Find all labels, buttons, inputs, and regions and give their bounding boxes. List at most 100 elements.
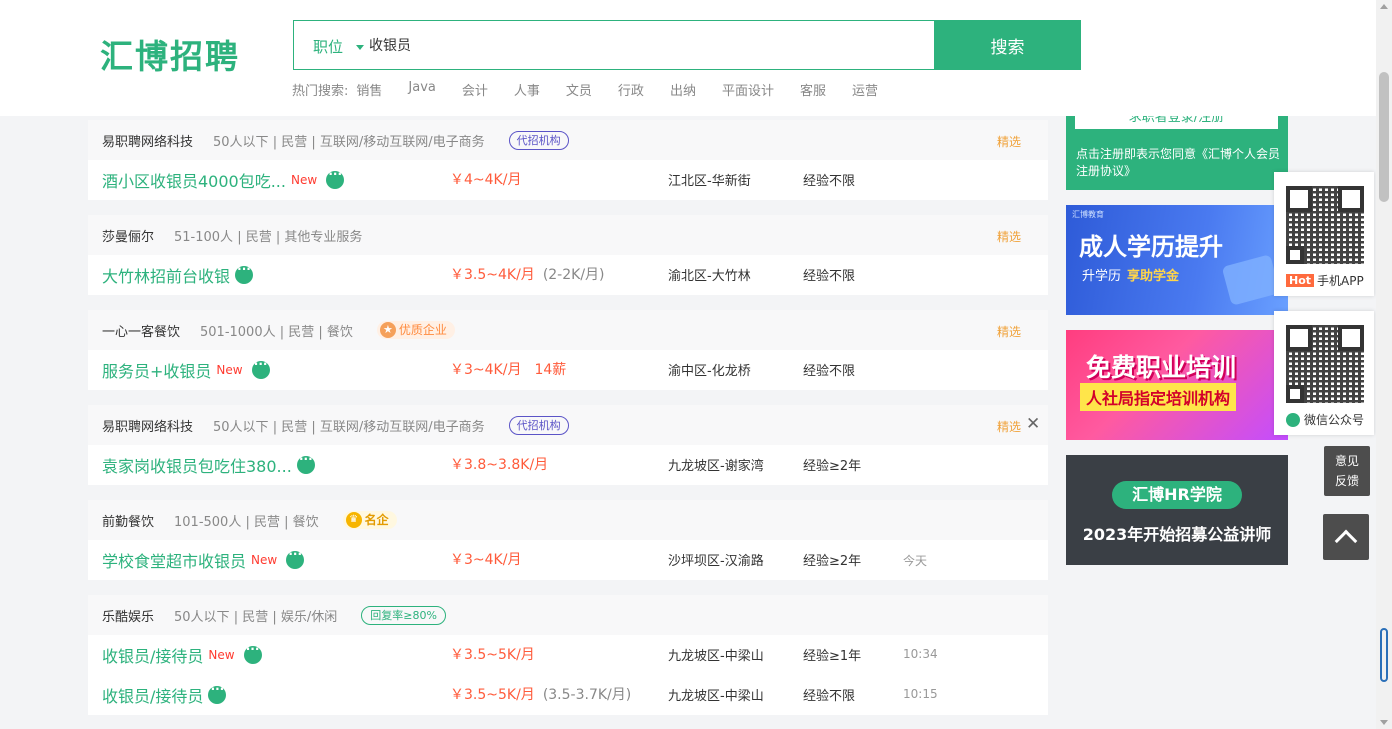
job-row[interactable]: 服务员+收银员 New ￥3~4K/月 14薪 渝中区-化龙桥 经验不限 <box>88 350 1048 390</box>
chat-bubble-icon[interactable] <box>326 167 345 189</box>
new-badge: New <box>216 363 243 377</box>
training-banner[interactable]: 免费职业培训 人社局指定培训机构 <box>1066 330 1288 440</box>
job-title[interactable]: 酒小区收银员4000包吃... <box>102 168 286 192</box>
scroll-down-icon[interactable] <box>1380 720 1388 725</box>
job-experience: 经验不限 <box>803 689 856 704</box>
company-row: 前勤餐饮 101-500人 | 民营 | 餐饮 ♛ 名企 <box>88 500 1048 540</box>
company-info: 50人以下 | 民营 | 互联网/移动互联网/电子商务 <box>213 134 485 150</box>
job-location: 九龙坡区-中梁山 <box>668 649 764 664</box>
app-qr-label: Hot 手机APP <box>1286 272 1364 289</box>
job-title[interactable]: 学校食堂超市收银员 <box>102 548 246 572</box>
hot-search-item[interactable]: 出纳 <box>670 80 696 99</box>
page-scrollbar[interactable] <box>1376 0 1392 729</box>
job-title[interactable]: 袁家岗收银员包吃住380... <box>102 453 292 477</box>
hot-badge: Hot <box>1286 274 1315 287</box>
job-title-cell: 收银员/接待员 <box>102 682 227 707</box>
scrollbar-thumb[interactable] <box>1379 72 1389 202</box>
company-name[interactable]: 易职聘网络科技 <box>102 416 193 435</box>
job-row[interactable]: 大竹林招前台收银 ￥3.5~4K/月 (2-2K/月) 渝北区-大竹林 经验不限 <box>88 255 1048 295</box>
hot-searches-label: 热门搜索: <box>292 84 349 99</box>
scroll-handle[interactable] <box>1380 628 1388 682</box>
job-update-time: 今天 <box>903 554 928 568</box>
banner-title: 免费职业培训 <box>1086 353 1237 382</box>
hot-search-item[interactable]: Java <box>408 80 435 99</box>
banner-sub: 升学历 <box>1082 269 1122 284</box>
company-name[interactable]: 乐酷娱乐 <box>102 606 154 625</box>
reply-rate-badge: 回复率≥80% <box>361 605 446 625</box>
job-row[interactable]: 收银员/接待员 New ￥3.5~5K/月 九龙坡区-中梁山 经验≥1年 10:… <box>88 635 1048 675</box>
chat-bubble-icon[interactable] <box>296 452 315 474</box>
job-experience: 经验不限 <box>803 269 856 284</box>
company-name[interactable]: 一心一客餐饮 <box>102 321 180 340</box>
job-experience: 经验≥2年 <box>803 459 862 474</box>
company-info: 50人以下 | 民营 | 互联网/移动互联网/电子商务 <box>213 419 485 435</box>
job-title[interactable]: 收银员/接待员 <box>102 643 203 667</box>
salary-cell: ￥3.5~4K/月 (2-2K/月) <box>450 264 605 284</box>
job-update-time: 10:15 <box>903 687 938 701</box>
job-location: 沙坪坝区-汉渝路 <box>668 554 764 569</box>
hot-search-item[interactable]: 人事 <box>514 80 540 99</box>
job-title[interactable]: 服务员+收银员 <box>102 358 211 382</box>
company-name[interactable]: 易职聘网络科技 <box>102 131 193 150</box>
company-row: 莎曼俪尔 51-100人 | 民营 | 其他专业服务 精选 <box>88 215 1048 255</box>
hot-search-item[interactable]: 客服 <box>800 80 826 99</box>
job-row[interactable]: 收银员/接待员 ￥3.5~5K/月 (3.5-3.7K/月) 九龙坡区-中梁山 经… <box>88 675 1048 715</box>
job-location: 九龙坡区-中梁山 <box>668 689 764 704</box>
job-row[interactable]: 酒小区收银员4000包吃... New ￥4~4K/月 江北区-华新街 经验不限 <box>88 160 1048 200</box>
job-title[interactable]: 收银员/接待员 <box>102 683 203 707</box>
site-logo[interactable]: 汇博招聘 <box>100 30 240 78</box>
search-input[interactable] <box>369 21 929 69</box>
banner-subtitle: 人社局指定培训机构 <box>1080 383 1237 411</box>
chat-bubble-icon[interactable] <box>251 357 270 379</box>
featured-label: 精选 <box>997 135 1022 149</box>
search-type-select[interactable]: 职位 <box>313 36 343 57</box>
job-experience: 经验不限 <box>803 174 856 189</box>
hot-search-item[interactable]: 会计 <box>462 80 488 99</box>
feedback-line2: 反馈 <box>1334 474 1359 488</box>
salary: ￥3.5~4K/月 <box>450 267 535 283</box>
agency-badge: 代招机构 <box>508 130 569 150</box>
job-experience: 经验不限 <box>803 364 856 379</box>
hot-search-item[interactable]: 行政 <box>618 80 644 99</box>
crown-icon: ♛ <box>345 512 362 528</box>
wechat-label: 微信公众号 <box>1304 413 1365 427</box>
search-button[interactable]: 搜索 <box>934 20 1081 70</box>
close-icon[interactable]: ✕ <box>1026 414 1040 434</box>
quality-company-badge: ★ 优质企业 <box>376 321 455 339</box>
app-qr-panel[interactable]: Hot 手机APP <box>1274 172 1374 296</box>
education-banner[interactable]: 汇博教育 成人学历提升 升学历 享助学金 <box>1066 205 1288 315</box>
job-location: 江北区-华新街 <box>668 174 751 189</box>
hot-search-item[interactable]: 销售 <box>356 80 382 99</box>
chat-bubble-icon[interactable] <box>235 262 254 284</box>
company-row: 易职聘网络科技 50人以下 | 民营 | 互联网/移动互联网/电子商务 代招机构… <box>88 120 1048 160</box>
hr-academy-banner[interactable]: 汇博HR学院 2023年开始招募公益讲师 <box>1066 455 1288 565</box>
salary: ￥3.5~5K/月 <box>450 687 535 703</box>
banner-subtitle: 2023年开始招募公益讲师 <box>1082 525 1272 544</box>
job-list: 易职聘网络科技 50人以下 | 民营 | 互联网/移动互联网/电子商务 代招机构… <box>88 120 1048 715</box>
famous-company-badge: ♛ 名企 <box>342 511 397 529</box>
back-to-top-button[interactable] <box>1323 514 1369 560</box>
hot-search-item[interactable]: 平面设计 <box>722 80 774 99</box>
scroll-up-icon[interactable] <box>1380 4 1388 9</box>
job-row[interactable]: 袁家岗收银员包吃住380... ￥3.8~3.8K/月 九龙坡区-谢家湾 经验≥… <box>88 445 1048 485</box>
company-name[interactable]: 莎曼俪尔 <box>102 226 154 245</box>
job-row[interactable]: 学校食堂超市收银员 New ￥3~4K/月 沙坪坝区-汉渝路 经验≥2年 今天 <box>88 540 1048 580</box>
wechat-qr-panel[interactable]: 微信公众号 <box>1274 311 1374 435</box>
caret-down-icon[interactable] <box>356 45 364 50</box>
company-info: 51-100人 | 民营 | 其他专业服务 <box>174 229 363 245</box>
site-header: 汇博招聘 职位 搜索 热门搜索: 销售 Java 会计 人事 文员 行政 出纳 … <box>0 0 1376 116</box>
chat-bubble-icon[interactable] <box>208 682 227 704</box>
job-title-cell: 大竹林招前台收银 <box>102 262 254 287</box>
register-terms[interactable]: 点击注册即表示您同意《汇博个人会员注册协议》 <box>1076 146 1281 180</box>
chat-bubble-icon[interactable] <box>243 642 262 664</box>
company-name[interactable]: 前勤餐饮 <box>102 511 154 530</box>
banner-title: 成人学历提升 <box>1079 233 1223 261</box>
job-title-cell: 袁家岗收银员包吃住380... <box>102 452 315 477</box>
company-row: 易职聘网络科技 50人以下 | 民营 | 互联网/移动互联网/电子商务 代招机构… <box>88 405 1048 445</box>
hot-search-item[interactable]: 运营 <box>852 80 878 99</box>
qr-code-icon <box>1286 325 1364 403</box>
job-title[interactable]: 大竹林招前台收银 <box>102 263 230 287</box>
chat-bubble-icon[interactable] <box>286 547 305 569</box>
hot-search-item[interactable]: 文员 <box>566 80 592 99</box>
feedback-button[interactable]: 意见 反馈 <box>1324 446 1370 496</box>
